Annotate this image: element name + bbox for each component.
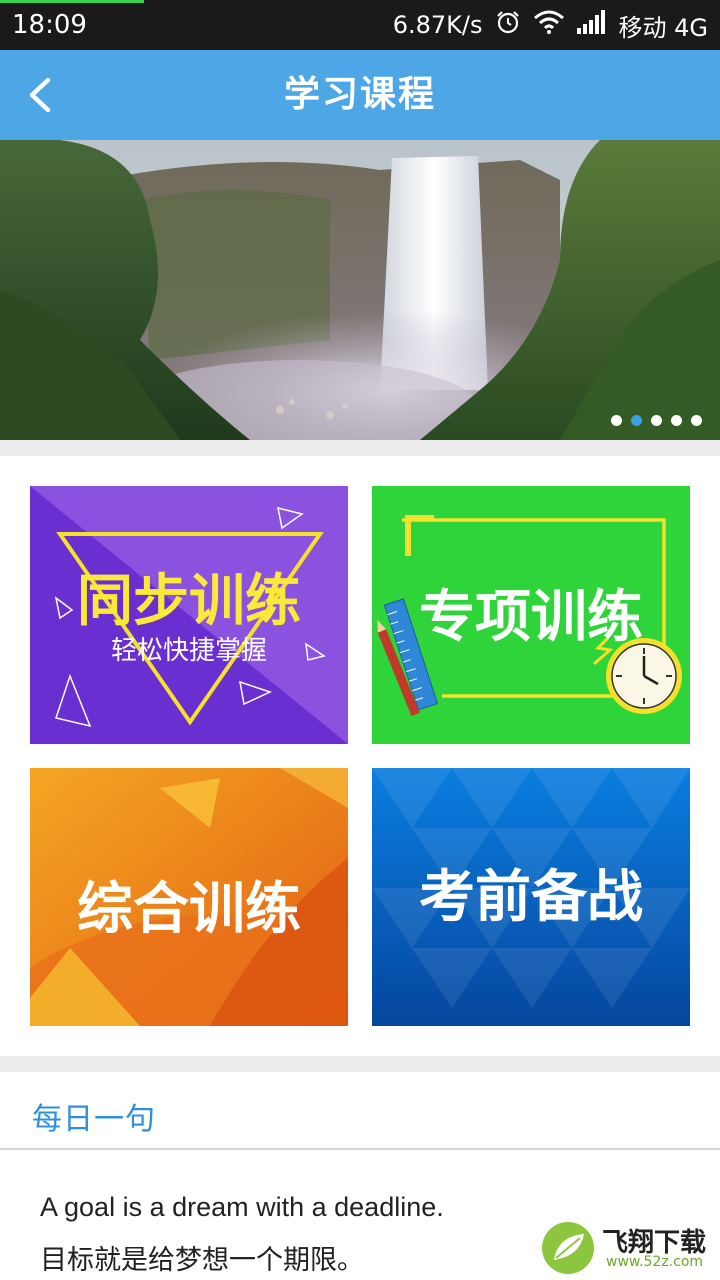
tile-title: 同步训练	[77, 569, 301, 634]
signal-icon	[576, 10, 607, 40]
carrier-label: 移动 4G	[618, 13, 709, 42]
tile-subtitle: 轻松快捷掌握	[110, 636, 267, 666]
carousel-dot[interactable]	[671, 415, 682, 426]
watermark-logo: 飞翔下载 www.52z.com	[540, 1218, 708, 1276]
watermark-url: www.52z.com	[606, 1254, 704, 1270]
carousel-dot[interactable]	[691, 415, 702, 426]
waterfall-image	[0, 140, 720, 440]
special-training-tile[interactable]: 专项训练	[372, 486, 690, 744]
section-divider	[0, 1056, 720, 1072]
daily-sentence-header: 每日一句	[0, 1072, 720, 1150]
app-bar: 学习课程	[0, 50, 720, 140]
banner-carousel[interactable]	[0, 140, 720, 440]
tile-title: 综合训练	[77, 877, 301, 942]
quote-english: A goal is a dream with a deadline.	[40, 1192, 444, 1222]
alarm-icon	[495, 9, 521, 41]
carousel-indicator	[611, 415, 702, 426]
daily-sentence-heading: 每日一句	[32, 1102, 156, 1137]
load-progress-bar	[0, 0, 144, 3]
status-icons: 6.87K/s 移动 4G	[392, 9, 709, 42]
tile-title: 专项训练	[419, 585, 643, 650]
exam-prep-tile[interactable]: 考前备战	[372, 768, 690, 1026]
net-speed: 6.87K/s	[392, 11, 483, 39]
carousel-dot[interactable]	[631, 415, 642, 426]
status-time: 18:09	[12, 10, 87, 40]
wifi-icon	[533, 9, 565, 41]
status-bar: 18:09 6.87K/s 移动 4G	[0, 0, 720, 50]
leaf-logo-icon	[542, 1222, 594, 1274]
carousel-dot[interactable]	[611, 415, 622, 426]
section-divider	[0, 440, 720, 456]
comprehensive-training-tile[interactable]: 综合训练	[30, 768, 348, 1026]
sync-training-tile[interactable]: 同步训练 轻松快捷掌握	[30, 486, 348, 744]
tile-title: 考前备战	[419, 865, 643, 930]
carousel-dot[interactable]	[651, 415, 662, 426]
page-title: 学习课程	[283, 74, 436, 115]
quote-chinese: 目标就是给梦想一个期限。	[40, 1245, 364, 1276]
